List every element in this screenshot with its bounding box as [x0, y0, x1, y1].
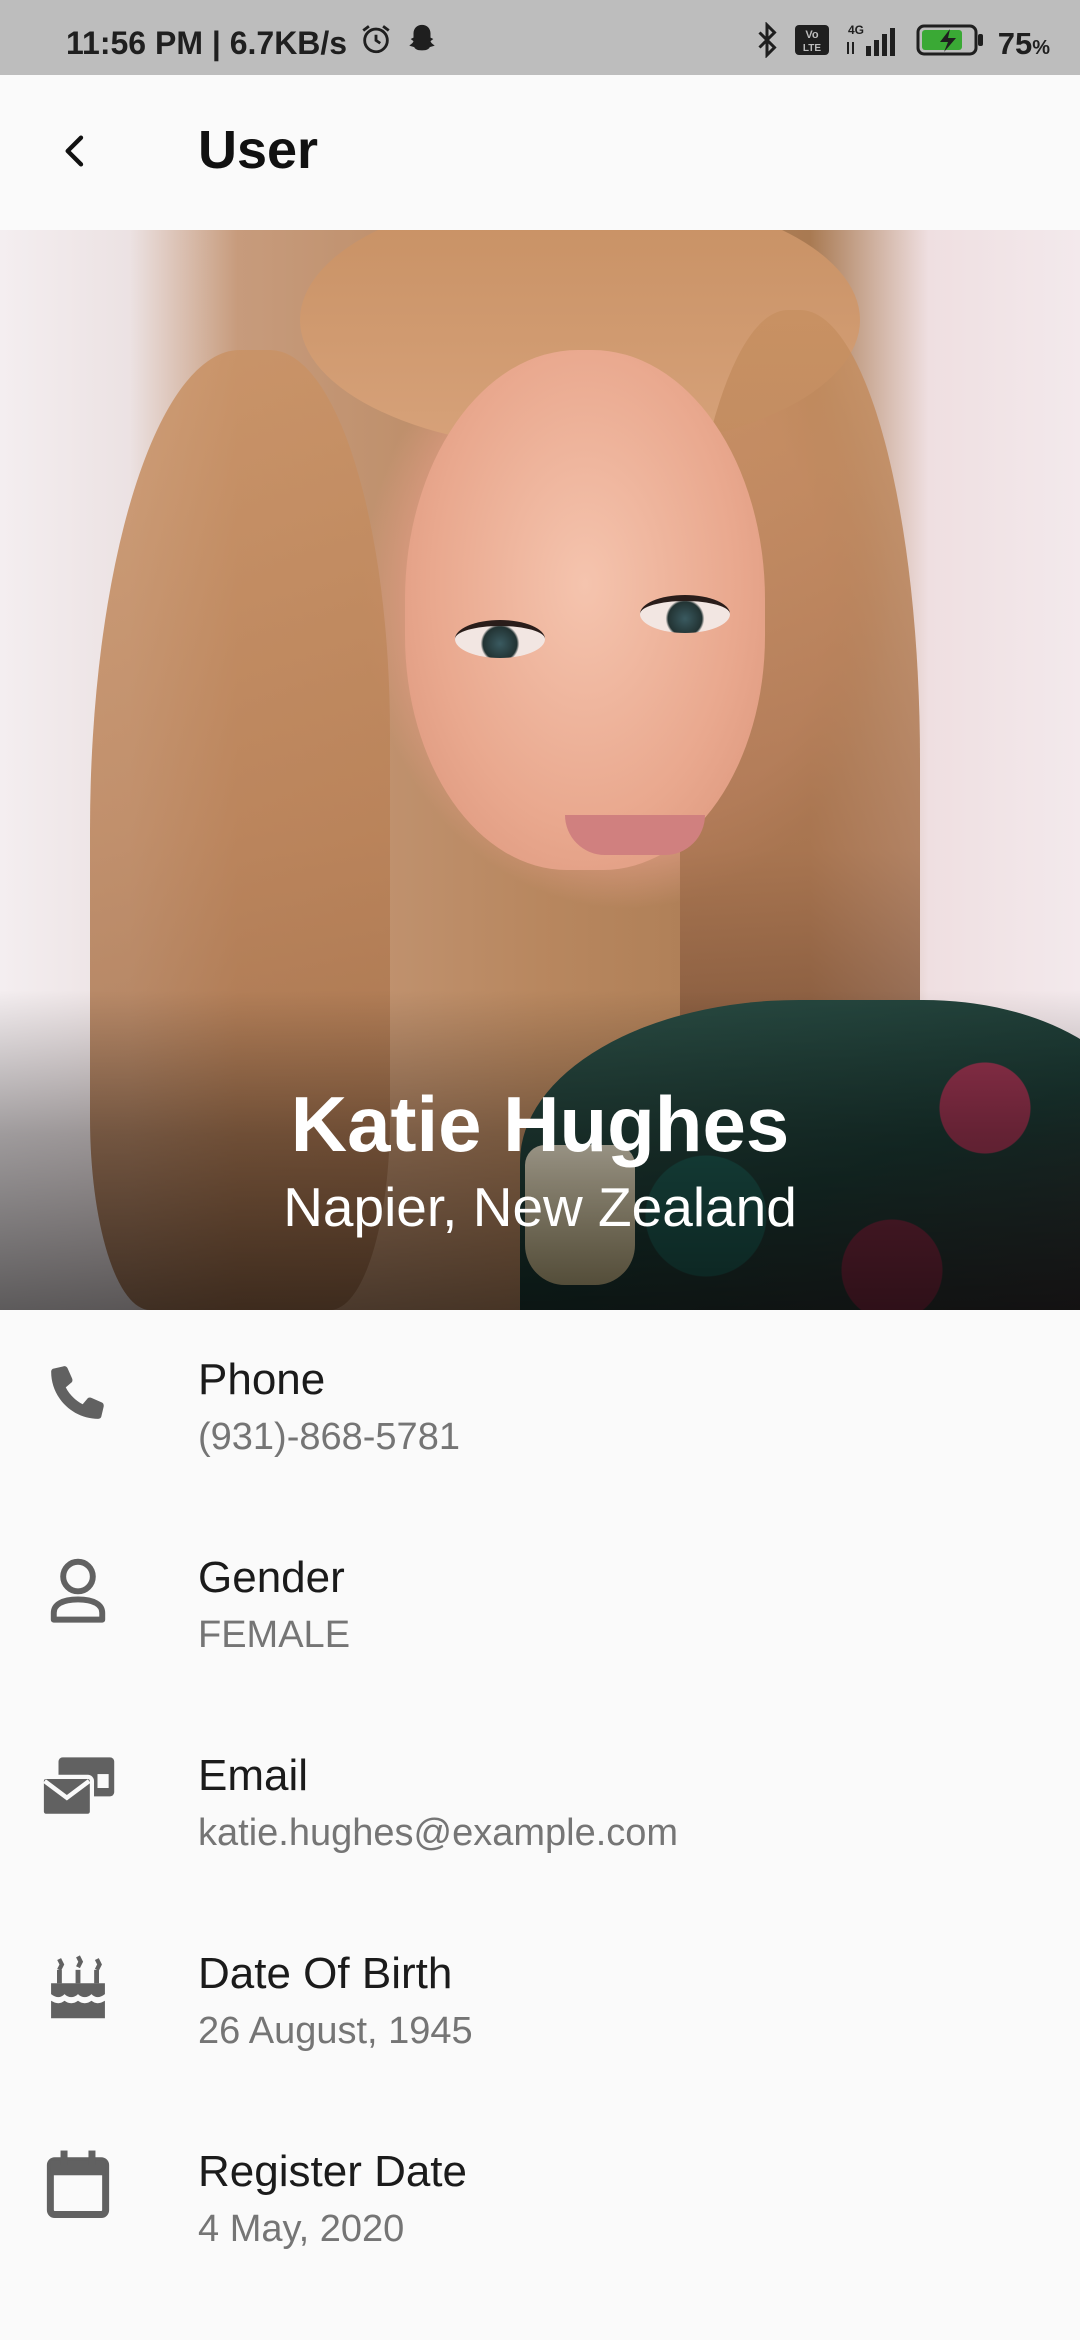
battery-percent-suffix: % — [1032, 37, 1050, 59]
profile-header: Katie Hughes Napier, New Zealand — [0, 230, 1080, 1310]
svg-text:Vo: Vo — [805, 29, 819, 41]
detail-item-phone: Phone (931)-868-5781 — [0, 1310, 1080, 1508]
detail-label: Email — [198, 1751, 309, 1800]
back-button[interactable] — [40, 117, 112, 189]
detail-label: Date Of Birth — [198, 1949, 453, 1998]
detail-value: 4 May, 2020 — [198, 2208, 405, 2250]
phone-icon — [36, 1350, 120, 1434]
detail-label: Gender — [198, 1553, 345, 1602]
signal-4g-icon: 4G — [844, 22, 902, 66]
detail-label: Phone — [198, 1355, 326, 1404]
alarm-icon — [359, 22, 393, 64]
detail-item-register-date: Register Date 4 May, 2020 — [0, 2102, 1080, 2300]
detail-item-email: Email katie.hughes@example.com — [0, 1706, 1080, 1904]
bluetooth-icon — [754, 21, 780, 66]
detail-value: (931)-868-5781 — [198, 1416, 460, 1458]
chevron-left-icon — [56, 131, 96, 176]
status-bar: 11:56 PM | 6.7KB/s Vo LTE 4G 75% — [0, 0, 1080, 75]
svg-text:4G: 4G — [848, 23, 864, 37]
snapchat-icon — [405, 22, 439, 64]
svg-text:LTE: LTE — [803, 43, 821, 54]
profile-location: Napier, New Zealand — [283, 1176, 797, 1238]
detail-label: Register Date — [198, 2147, 468, 2196]
battery-percent-value: 75 — [997, 26, 1033, 61]
battery-icon — [916, 23, 984, 65]
profile-name: Katie Hughes — [290, 1080, 790, 1168]
cake-icon — [36, 1944, 120, 2028]
detail-item-gender: Gender FEMALE — [0, 1508, 1080, 1706]
battery-percent: 75% — [998, 26, 1050, 62]
status-time-speed: 11:56 PM | 6.7KB/s — [66, 24, 348, 61]
detail-item-date-of-birth: Date Of Birth 26 August, 1945 — [0, 1904, 1080, 2102]
status-left: 11:56 PM | 6.7KB/s — [66, 22, 439, 64]
volte-icon: Vo LTE — [794, 24, 830, 64]
page-title: User — [198, 120, 319, 180]
detail-value: katie.hughes@example.com — [198, 1812, 679, 1854]
detail-value: 26 August, 1945 — [198, 2010, 473, 2052]
status-right: Vo LTE 4G 75% — [740, 21, 1050, 66]
app-bar: User — [0, 75, 1080, 230]
calendar-icon — [36, 2142, 120, 2226]
person-icon — [36, 1548, 120, 1632]
email-icon — [36, 1746, 120, 1830]
detail-value: FEMALE — [198, 1614, 351, 1656]
